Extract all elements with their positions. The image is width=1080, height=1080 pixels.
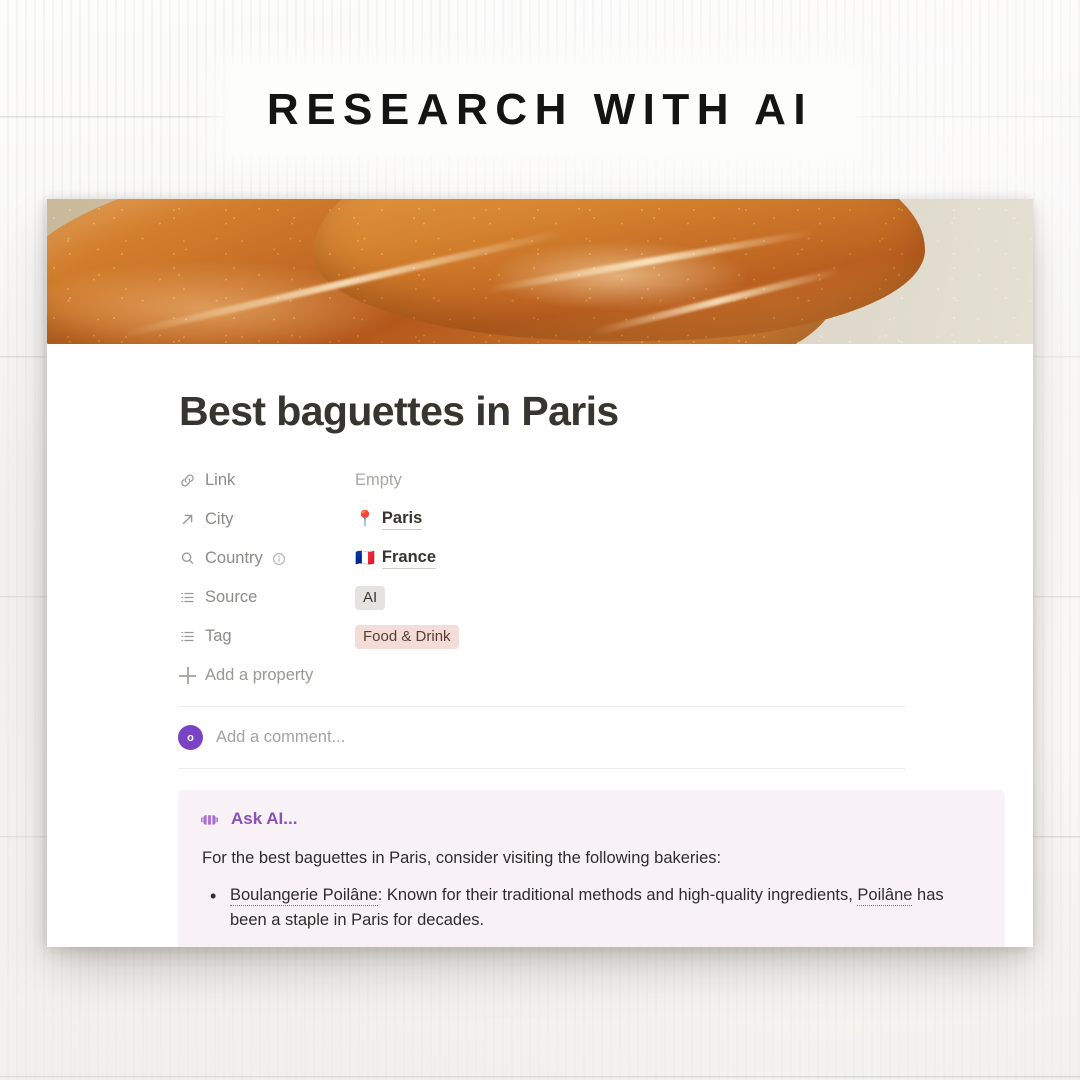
flag-france-icon: 🇫🇷 <box>355 549 375 567</box>
property-name: Source <box>205 588 258 606</box>
property-value-source[interactable]: AI <box>355 585 386 610</box>
bakery-name: Boulangerie Poilâne <box>230 885 378 906</box>
property-row-tag[interactable]: Tag Food & Drink <box>179 617 1033 656</box>
magnifier-icon <box>179 550 196 567</box>
property-label-link[interactable]: Link <box>179 471 355 490</box>
bakery-name-repeat: Poilâne <box>857 885 913 906</box>
ai-bakery-list: Boulangerie Poilâne: Known for their tra… <box>200 882 983 947</box>
property-value-link[interactable]: Empty <box>355 471 402 490</box>
link-icon <box>179 472 196 489</box>
info-circle-icon[interactable] <box>272 552 286 566</box>
relation-link[interactable]: Paris <box>381 509 423 530</box>
property-name: Link <box>205 471 236 489</box>
notion-page-card: Best baguettes in Paris Link Empty City … <box>47 199 1033 947</box>
page-title[interactable]: Best baguettes in Paris <box>179 388 1033 435</box>
pin-icon: 📍 <box>355 510 375 528</box>
crust-speckle-texture <box>47 199 1033 344</box>
page-body: Best baguettes in Paris Link Empty City … <box>47 388 1033 947</box>
bakery-desc-part1: : Known for their traditional methods an… <box>377 885 858 904</box>
arrow-up-right-icon <box>179 511 196 528</box>
property-row-country[interactable]: Country 🇫🇷 France <box>179 539 1033 578</box>
ai-intro-text: For the best baguettes in Paris, conside… <box>202 849 722 867</box>
ask-ai-header: Ask AI... <box>200 809 983 829</box>
property-name: Tag <box>205 627 232 645</box>
cover-photo[interactable] <box>47 199 1033 344</box>
banner-badge: RESEARCH WITH AI <box>225 65 855 155</box>
property-value-city[interactable]: 📍 Paris <box>355 509 423 530</box>
comment-row[interactable]: o Add a comment... <box>178 725 1033 750</box>
divider-bottom <box>178 768 905 769</box>
wood-background: RESEARCH WITH AI Best baguettes in Paris <box>0 0 1080 1080</box>
property-label-source[interactable]: Source <box>179 588 355 607</box>
property-label-country[interactable]: Country <box>179 549 355 568</box>
list-icon <box>179 589 196 606</box>
property-value-tag[interactable]: Food & Drink <box>355 624 459 649</box>
empty-value: Empty <box>355 471 402 489</box>
banner-title: RESEARCH WITH AI <box>266 85 814 134</box>
property-row-source[interactable]: Source AI <box>179 578 1033 617</box>
property-list: Link Empty City 📍 Paris Country 🇫🇷 Franc… <box>179 461 1033 656</box>
property-label-city[interactable]: City <box>179 510 355 529</box>
ask-ai-title: Ask AI... <box>231 809 298 828</box>
property-label-tag[interactable]: Tag <box>179 627 355 646</box>
plus-icon <box>179 667 196 684</box>
divider-top <box>178 706 905 707</box>
chip-tag[interactable]: Food & Drink <box>355 624 459 649</box>
list-icon <box>179 628 196 645</box>
ask-ai-block[interactable]: Ask AI... For the best baguettes in Pari… <box>178 790 1005 947</box>
add-property-label: Add a property <box>205 666 314 684</box>
property-row-city[interactable]: City 📍 Paris <box>179 500 1033 539</box>
property-name: Country <box>205 549 263 567</box>
add-property-button[interactable]: Add a property <box>179 666 1033 685</box>
comment-input[interactable]: Add a comment... <box>216 728 345 747</box>
avatar[interactable]: o <box>178 725 203 750</box>
property-value-country[interactable]: 🇫🇷 France <box>355 548 437 569</box>
property-row-link[interactable]: Link Empty <box>179 461 1033 500</box>
list-item: Boulangerie Poilâne: Known for their tra… <box>200 882 983 935</box>
relation-link[interactable]: France <box>381 548 437 569</box>
chip-source[interactable]: AI <box>355 585 386 610</box>
ai-sparkle-icon <box>200 810 219 829</box>
property-name: City <box>205 510 234 528</box>
list-item: Maison Kayser: Eric Kayser's bakery chai… <box>200 943 983 947</box>
